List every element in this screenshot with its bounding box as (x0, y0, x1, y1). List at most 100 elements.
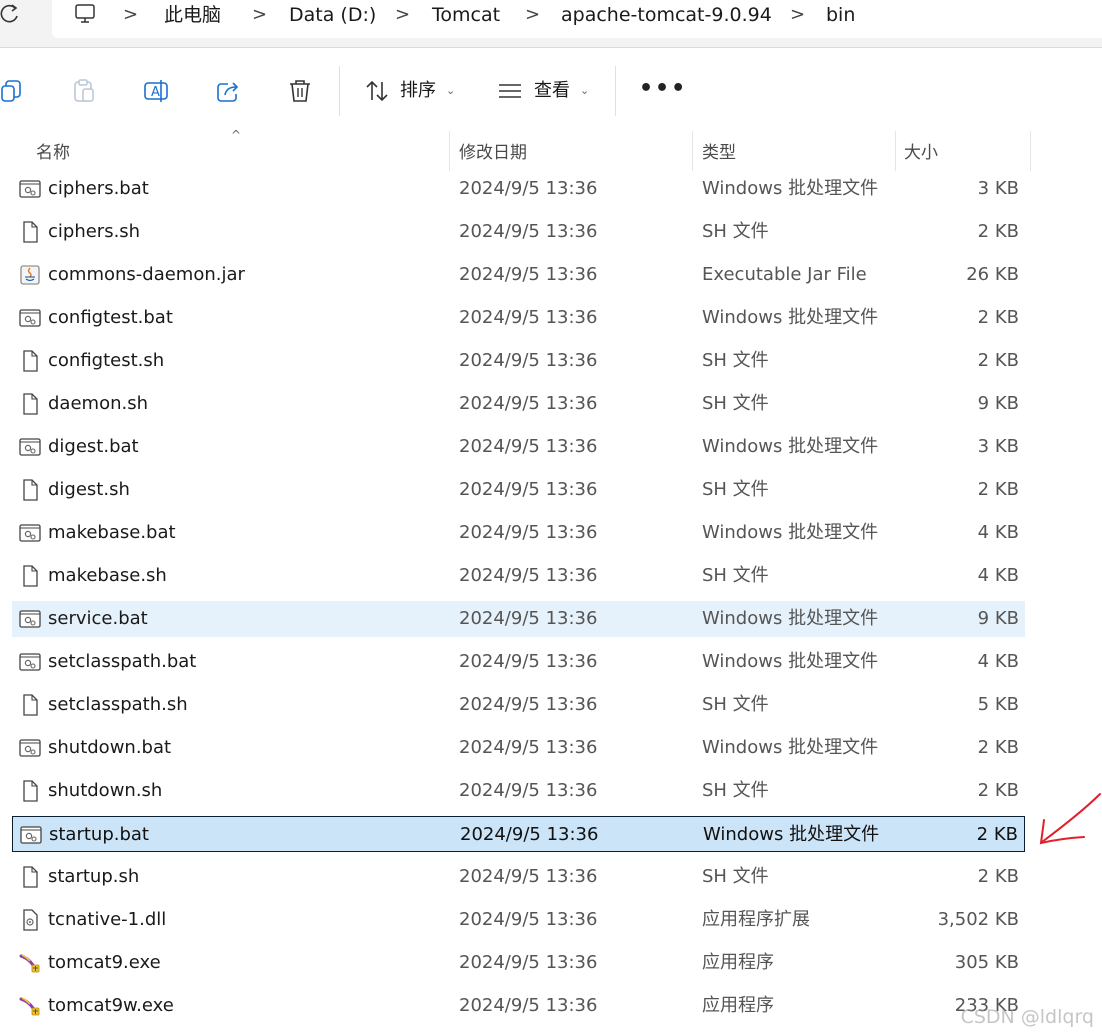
file-size: 2 KB (976, 824, 1018, 845)
file-row[interactable]: tomcat9w.exe 2024/9/5 13:36 应用程序 233 KB (12, 988, 1025, 1024)
file-type: Windows 批处理文件 (702, 436, 879, 457)
file-row[interactable]: digest.bat 2024/9/5 13:36 Windows 批处理文件 3 K… (12, 429, 1025, 465)
file-row[interactable]: makebase.sh 2024/9/5 13:36 SH 文件 4 KB (12, 558, 1025, 594)
file-name: makebase.bat (48, 522, 176, 543)
file-size: 4 KB (977, 522, 1019, 543)
chevron-down-icon[interactable]: ⌄ (446, 78, 455, 104)
column-header-date[interactable]: 修改日期 (459, 135, 527, 171)
column-divider[interactable] (1030, 131, 1031, 171)
file-type: Windows 批处理文件 (703, 824, 880, 845)
column-divider[interactable] (692, 131, 693, 171)
file-name: digest.bat (48, 436, 139, 457)
file-type: 应用程序 (702, 995, 774, 1016)
view-icon[interactable] (497, 78, 523, 104)
file-name: startup.sh (48, 866, 140, 887)
column-header-size[interactable]: 大小 (904, 135, 938, 171)
share-icon[interactable] (216, 78, 242, 104)
file-date: 2024/9/5 13:36 (459, 221, 598, 242)
sort-ascending-icon: ^ (231, 128, 242, 142)
file-row[interactable]: ciphers.sh 2024/9/5 13:36 SH 文件 2 KB (12, 214, 1025, 250)
file-name: ciphers.bat (48, 178, 149, 199)
file-row[interactable]: service.bat 2024/9/5 13:36 Windows 批处理文件 9 … (12, 601, 1025, 637)
java-jar-icon (19, 264, 41, 286)
file-row[interactable]: tcnative-1.dll 2024/9/5 13:36 应用程序扩展 3,502 … (12, 902, 1025, 938)
file-date: 2024/9/5 13:36 (459, 565, 598, 586)
batch-file-icon (19, 737, 41, 759)
file-size: 2 KB (977, 479, 1019, 500)
file-type: SH 文件 (702, 694, 769, 715)
breadcrumb-apache-tomcat[interactable]: apache-tomcat-9.0.94 (561, 2, 772, 28)
file-date: 2024/9/5 13:36 (459, 909, 598, 930)
breadcrumb-tomcat[interactable]: Tomcat (432, 2, 500, 28)
file-date: 2024/9/5 13:36 (459, 952, 598, 973)
batch-file-icon (19, 651, 41, 673)
column-divider[interactable] (449, 131, 450, 171)
tomcat-exe-icon (19, 952, 41, 974)
file-row[interactable]: makebase.bat 2024/9/5 13:36 Windows 批处理文件 4… (12, 515, 1025, 551)
file-name: setclasspath.bat (48, 651, 197, 672)
file-icon (19, 479, 41, 501)
sort-icon[interactable] (364, 78, 390, 104)
column-header-type[interactable]: 类型 (702, 135, 736, 171)
file-name: shutdown.bat (48, 737, 172, 758)
file-row[interactable]: ciphers.bat 2024/9/5 13:36 Windows 批处理文件 3 … (12, 171, 1025, 207)
file-date: 2024/9/5 13:36 (459, 264, 598, 285)
file-row[interactable]: configtest.bat 2024/9/5 13:36 Windows 批处理文… (12, 300, 1025, 336)
copy-icon[interactable] (0, 78, 26, 104)
file-name: commons-daemon.jar (48, 264, 245, 285)
file-date: 2024/9/5 13:36 (459, 350, 598, 371)
file-row[interactable]: configtest.sh 2024/9/5 13:36 SH 文件 2 KB (12, 343, 1025, 379)
breadcrumb-this-pc[interactable]: 此电脑 (164, 2, 221, 28)
batch-file-icon (19, 307, 41, 329)
file-size: 2 KB (977, 221, 1019, 242)
file-size: 4 KB (977, 565, 1019, 586)
file-icon (19, 866, 41, 888)
refresh-icon[interactable] (0, 2, 22, 28)
chevron-down-icon[interactable]: ⌄ (580, 78, 589, 104)
breadcrumb-bin[interactable]: bin (826, 2, 855, 28)
chevron-right-icon: > (525, 4, 541, 25)
file-row[interactable]: setclasspath.bat 2024/9/5 13:36 Windows 批处… (12, 644, 1025, 680)
file-size: 3,502 KB (937, 909, 1019, 930)
computer-icon[interactable] (74, 3, 96, 25)
file-row[interactable]: startup.bat 2024/9/5 13:36 Windows 批处理文件 2 … (12, 816, 1025, 852)
column-divider[interactable] (895, 131, 896, 171)
delete-icon[interactable] (287, 78, 313, 104)
breadcrumb-drive[interactable]: Data (D:) (289, 2, 376, 28)
file-row[interactable]: digest.sh 2024/9/5 13:36 SH 文件 2 KB (12, 472, 1025, 508)
file-size: 2 KB (977, 780, 1019, 801)
file-size: 9 KB (977, 393, 1019, 414)
chevron-right-icon: > (790, 4, 806, 25)
file-icon (19, 350, 41, 372)
chevron-right-icon: > (123, 4, 139, 25)
view-button[interactable]: 查看 (534, 78, 570, 104)
file-name: ciphers.sh (48, 221, 141, 242)
file-date: 2024/9/5 13:36 (459, 479, 598, 500)
file-row[interactable]: daemon.sh 2024/9/5 13:36 SH 文件 9 KB (12, 386, 1025, 422)
file-type: Executable Jar File (702, 264, 867, 285)
file-row[interactable]: commons-daemon.jar 2024/9/5 13:36 Executab… (12, 257, 1025, 293)
file-row[interactable]: shutdown.bat 2024/9/5 13:36 Windows 批处理文件 2… (12, 730, 1025, 766)
file-icon (19, 393, 41, 415)
batch-file-icon (19, 608, 41, 630)
file-type: SH 文件 (702, 393, 769, 414)
batch-file-icon (19, 522, 41, 544)
file-type: Windows 批处理文件 (702, 608, 879, 629)
file-row[interactable]: setclasspath.sh 2024/9/5 13:36 SH 文件 5 KB (12, 687, 1025, 723)
chevron-right-icon: > (252, 4, 268, 25)
file-size: 2 KB (977, 866, 1019, 887)
file-row[interactable]: shutdown.sh 2024/9/5 13:36 SH 文件 2 KB (12, 773, 1025, 809)
sort-button[interactable]: 排序 (400, 78, 436, 104)
file-row[interactable]: tomcat9.exe 2024/9/5 13:36 应用程序 305 KB (12, 945, 1025, 981)
file-row[interactable]: startup.sh 2024/9/5 13:36 SH 文件 2 KB (12, 859, 1025, 895)
file-size: 9 KB (977, 608, 1019, 629)
rename-icon[interactable]: A (143, 78, 169, 104)
file-type: Windows 批处理文件 (702, 307, 879, 328)
watermark: CSDN @ldlqrq (960, 1006, 1094, 1028)
file-name: startup.bat (49, 824, 149, 845)
more-options-button[interactable]: ••• (639, 76, 687, 101)
column-header-name[interactable]: 名称 (36, 135, 70, 171)
file-type: SH 文件 (702, 350, 769, 371)
file-size: 4 KB (977, 651, 1019, 672)
paste-icon[interactable] (71, 78, 97, 104)
